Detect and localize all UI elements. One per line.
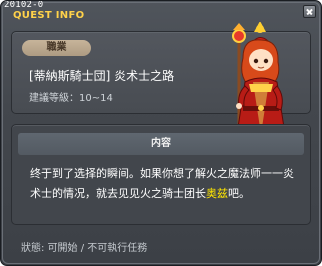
- quest-info-window: 20102-0 QUEST INFO 職業 [蒂納斯騎士団] 炎术士之路 建議等…: [0, 0, 322, 266]
- quest-description: 终于到了选择的瞬间。如果你想了解火之魔法师一一炎术士的情况，就去见见火之骑士团长…: [30, 164, 302, 204]
- job-name: [蒂納斯騎士団] 炎术士之路: [29, 69, 175, 83]
- job-badge: 職業: [22, 40, 91, 56]
- npc-name-link[interactable]: 奥兹: [206, 187, 228, 200]
- close-icon[interactable]: [303, 5, 316, 18]
- quest-id: 20102-0: [4, 0, 44, 10]
- content-panel: 内容 终于到了选择的瞬间。如果你想了解火之魔法师一一炎术士的情况，就去见见火之骑…: [11, 124, 311, 225]
- content-header: 内容: [18, 133, 304, 155]
- recommended-level: 建議等級：10~14: [29, 89, 113, 104]
- window-title: QUEST INFO: [13, 10, 85, 21]
- recommended-level-value: 10~14: [79, 93, 113, 104]
- mage-character-icon: [232, 22, 286, 135]
- quest-description-text: 终于到了选择的瞬间。如果你想了解火之魔法师一一炎术士的情况，就去见见火之骑士团长: [30, 167, 294, 200]
- recommended-level-label: 建議等級：: [29, 93, 79, 104]
- quest-description-end: 吧。: [228, 187, 250, 200]
- quest-status: 狀態: 可開始 / 不可執行任務: [21, 243, 148, 254]
